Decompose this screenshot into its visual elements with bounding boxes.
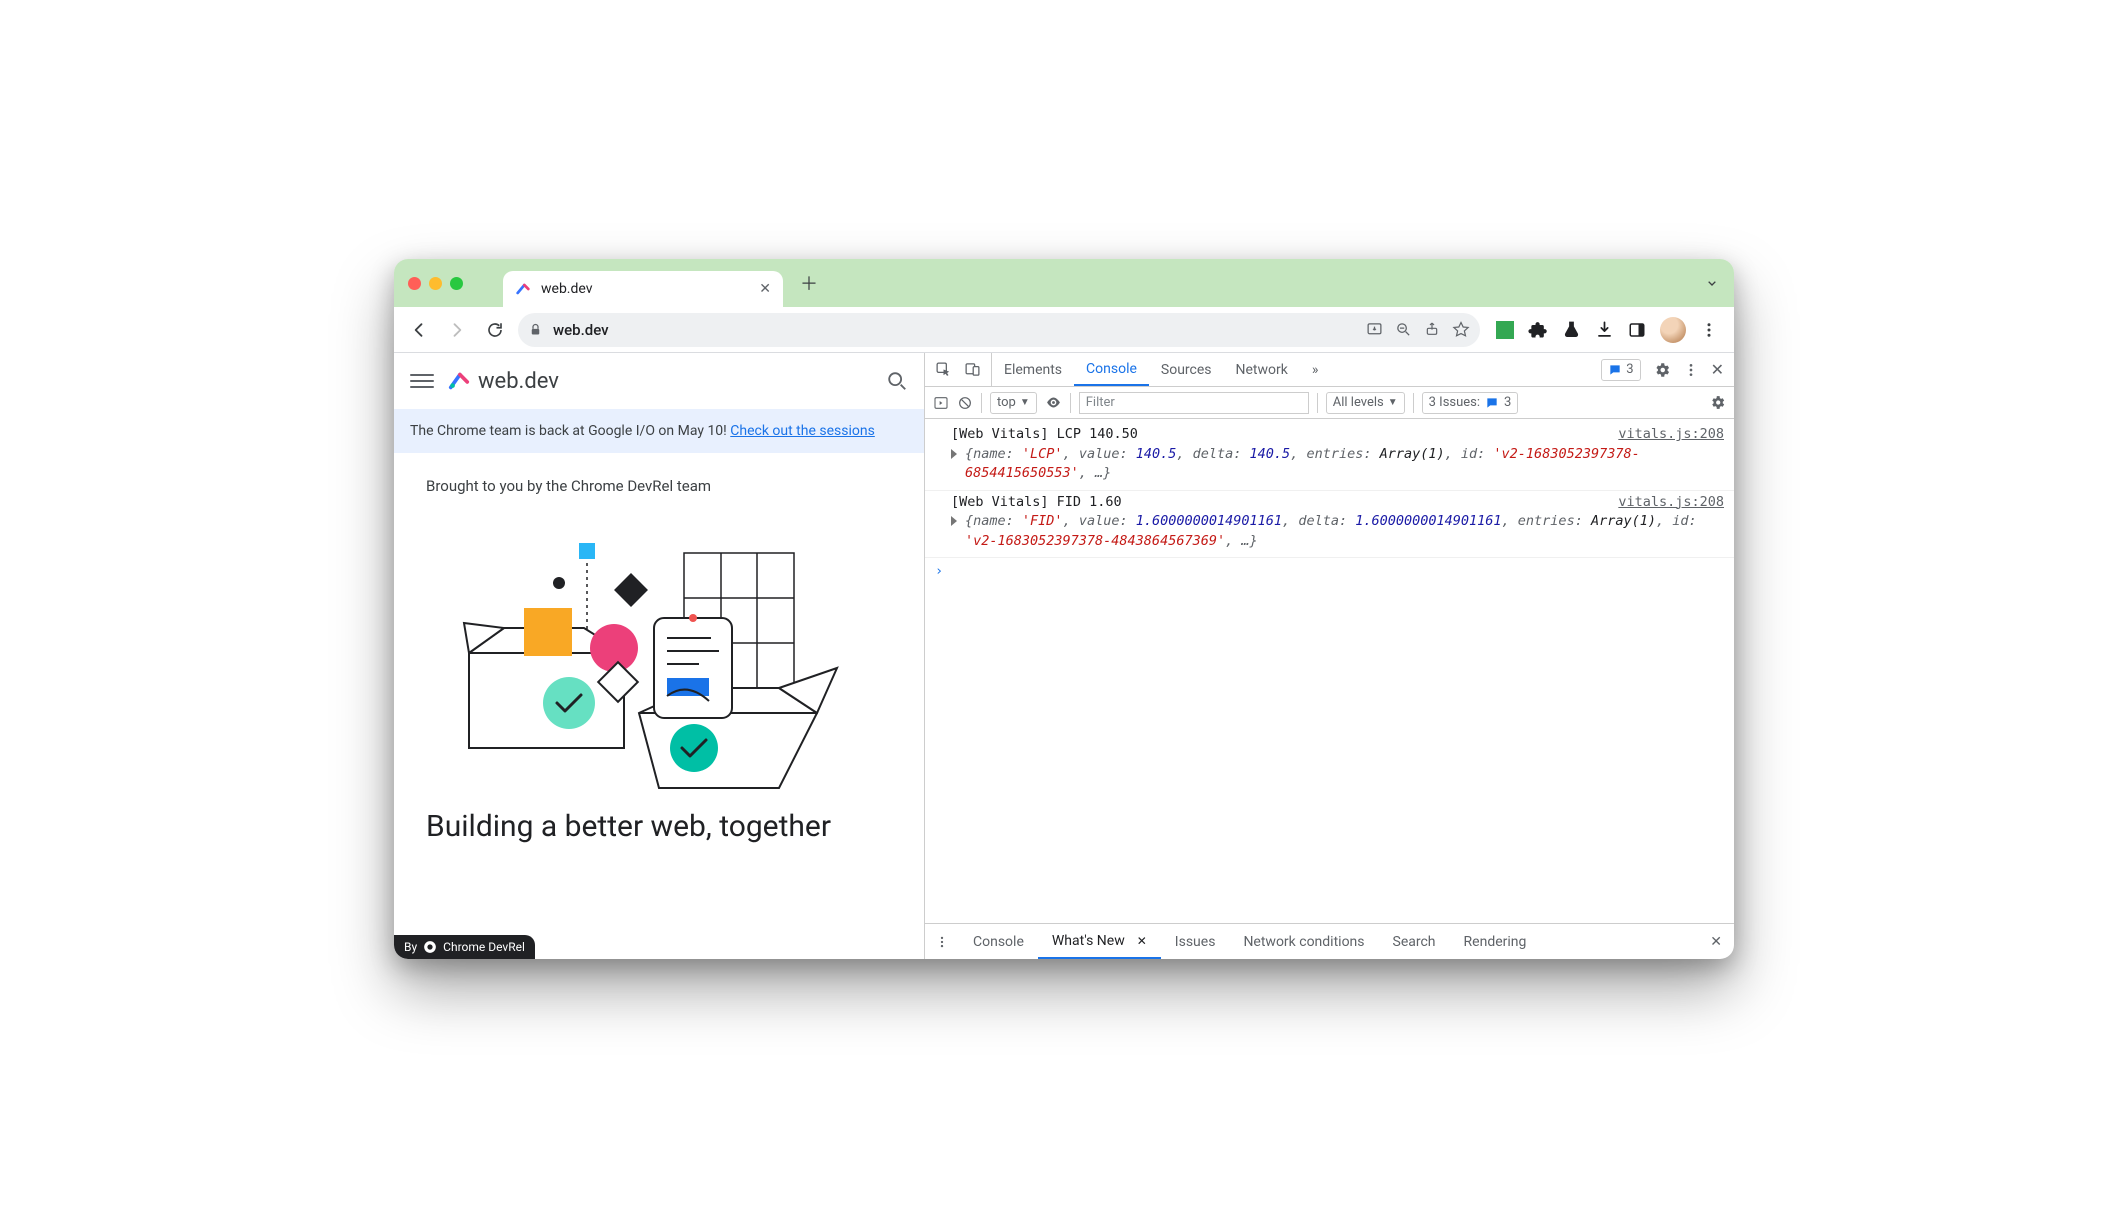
log-source-link[interactable]: vitals.js:208 [1618, 493, 1724, 513]
console-log-group[interactable]: [Web Vitals] FID 1.60 vitals.js:208{name:… [925, 491, 1734, 559]
console-log-group[interactable]: [Web Vitals] LCP 140.50 vitals.js:208{nam… [925, 423, 1734, 491]
tabs-menu-button[interactable] [1704, 275, 1720, 291]
side-panel-icon[interactable] [1628, 321, 1646, 339]
drawer-close-button[interactable]: ✕ [1698, 924, 1734, 959]
banner-link[interactable]: Check out the sessions [730, 423, 875, 439]
log-source-link[interactable]: vitals.js:208 [1618, 425, 1724, 445]
expand-icon[interactable] [951, 516, 957, 526]
console-sidebar-toggle-icon[interactable] [933, 395, 949, 411]
console-settings-icon[interactable] [1709, 394, 1726, 411]
reload-button[interactable] [480, 315, 510, 345]
devtools-settings-icon[interactable] [1653, 361, 1671, 379]
forward-button[interactable] [442, 315, 472, 345]
drawer-tab-rendering[interactable]: Rendering [1450, 924, 1541, 959]
hero-section: Brought to you by the Chrome DevRel team [394, 453, 924, 844]
tab-sources[interactable]: Sources [1149, 353, 1224, 386]
close-window-button[interactable] [408, 277, 421, 290]
inspect-element-icon[interactable] [935, 361, 952, 378]
devrel-badge: By Chrome DevRel [394, 935, 535, 959]
browser-toolbar: web.dev [394, 307, 1734, 353]
bookmark-icon[interactable] [1452, 321, 1470, 339]
messages-count: 3 [1626, 362, 1633, 377]
brand-logo-icon [448, 370, 470, 392]
close-icon[interactable]: ✕ [1137, 934, 1147, 948]
expand-icon[interactable] [951, 449, 957, 459]
address-bar[interactable]: web.dev [518, 313, 1480, 347]
back-button[interactable] [404, 315, 434, 345]
hero-headline: Building a better web, together [426, 809, 892, 844]
drawer-tab-what-s-new[interactable]: What's New✕ [1038, 924, 1161, 959]
tab-console[interactable]: Console [1074, 353, 1149, 386]
browser-tab[interactable]: web.dev ✕ [503, 271, 783, 307]
clear-console-icon[interactable] [957, 395, 973, 411]
announcement-banner: The Chrome team is back at Google I/O on… [394, 409, 924, 453]
window-controls [408, 277, 463, 290]
issues-label: 3 Issues: [1429, 395, 1480, 410]
context-value: top [997, 395, 1016, 410]
content-area: web.dev The Chrome team is back at Googl… [394, 353, 1734, 959]
tab-network[interactable]: Network [1224, 353, 1300, 386]
extensions-icon[interactable] [1528, 320, 1548, 340]
new-tab-button[interactable]: ＋ [795, 269, 823, 297]
filter-placeholder: Filter [1086, 395, 1115, 410]
devtools-menu-icon[interactable] [1683, 362, 1699, 378]
device-toolbar-icon[interactable] [964, 361, 981, 378]
log-object[interactable]: {name: 'FID', value: 1.6000000014901161,… [951, 512, 1724, 551]
drawer-tab-network-conditions[interactable]: Network conditions [1229, 924, 1378, 959]
context-selector[interactable]: top ▼ [990, 392, 1037, 414]
url-text: web.dev [553, 321, 609, 339]
favicon-icon [515, 281, 531, 297]
site-brand[interactable]: web.dev [448, 369, 559, 394]
webpage: web.dev The Chrome team is back at Googl… [394, 353, 924, 959]
browser-window: web.dev ✕ ＋ web.dev [394, 259, 1734, 959]
devrel-badge-prefix: By [404, 940, 417, 954]
lock-icon [528, 322, 543, 337]
close-tab-button[interactable]: ✕ [759, 281, 771, 297]
console-toolbar: top ▼ Filter All levels ▼ 3 Issues: 3 [925, 387, 1734, 419]
drawer-tab-issues[interactable]: Issues [1161, 924, 1230, 959]
devtools-tabs: Elements Console Sources Network » 3 ✕ [925, 353, 1734, 387]
issues-badge[interactable]: 3 Issues: 3 [1422, 392, 1519, 414]
extension-icons [1488, 317, 1724, 343]
devrel-badge-name: Chrome DevRel [443, 940, 525, 954]
devtools-panel: Elements Console Sources Network » 3 ✕ [924, 353, 1734, 959]
zoom-icon[interactable] [1395, 321, 1412, 339]
log-object[interactable]: {name: 'LCP', value: 140.5, delta: 140.5… [951, 445, 1724, 484]
tabs-overflow-button[interactable]: » [1300, 353, 1331, 386]
maximize-window-button[interactable] [450, 277, 463, 290]
extension-green-icon[interactable] [1496, 321, 1514, 339]
devtools-close-button[interactable]: ✕ [1711, 360, 1724, 379]
messages-badge[interactable]: 3 [1601, 359, 1640, 381]
drawer-menu-icon[interactable] [925, 924, 959, 959]
filter-input[interactable]: Filter [1079, 392, 1309, 414]
share-icon[interactable] [1424, 321, 1440, 339]
install-app-icon[interactable] [1366, 321, 1383, 339]
tab-title: web.dev [541, 281, 593, 297]
console-prompt[interactable]: › [925, 558, 1734, 586]
browser-menu-icon[interactable] [1700, 321, 1718, 339]
drawer-tab-search[interactable]: Search [1379, 924, 1450, 959]
hero-illustration [426, 523, 892, 803]
site-header: web.dev [394, 353, 924, 409]
log-header: [Web Vitals] FID 1.60 [951, 493, 1122, 513]
issues-count: 3 [1504, 395, 1511, 410]
tab-strip: web.dev ✕ ＋ [394, 259, 1734, 307]
menu-button[interactable] [410, 369, 434, 393]
brand-text: web.dev [478, 369, 559, 394]
labs-icon[interactable] [1562, 320, 1581, 339]
devtools-drawer: ConsoleWhat's New✕IssuesNetwork conditio… [925, 923, 1734, 959]
log-levels-selector[interactable]: All levels ▼ [1326, 392, 1405, 414]
minimize-window-button[interactable] [429, 277, 442, 290]
downloads-icon[interactable] [1595, 320, 1614, 339]
console-output[interactable]: [Web Vitals] LCP 140.50vitals.js:208{nam… [925, 419, 1734, 923]
search-button[interactable] [886, 370, 908, 392]
live-expression-icon[interactable] [1045, 394, 1062, 411]
byline-text: Brought to you by the Chrome DevRel team [426, 477, 892, 495]
drawer-tab-console[interactable]: Console [959, 924, 1038, 959]
banner-text: The Chrome team is back at Google I/O on… [410, 423, 727, 439]
tab-elements[interactable]: Elements [992, 353, 1074, 386]
profile-avatar[interactable] [1660, 317, 1686, 343]
levels-value: All levels [1333, 395, 1384, 410]
log-header: [Web Vitals] LCP 140.50 [951, 425, 1138, 445]
